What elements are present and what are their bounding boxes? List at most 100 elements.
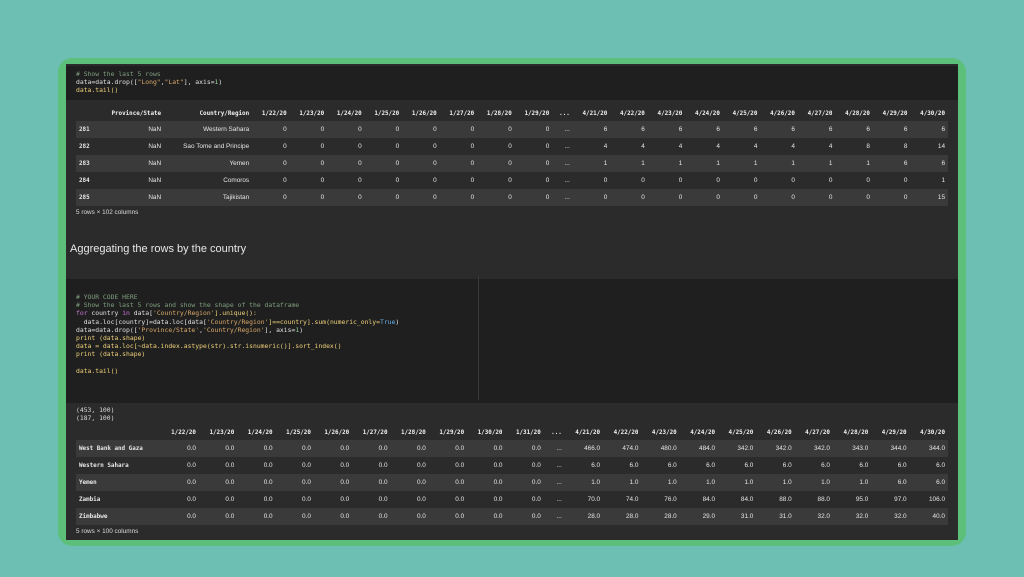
- table-cell: 0: [433, 160, 437, 167]
- table-cell: 4: [641, 143, 645, 150]
- table-cell: 0.0: [455, 462, 465, 469]
- column-header: 4/28/20: [843, 429, 869, 436]
- table-cell: 0.0: [378, 445, 388, 452]
- table-cell: 40.0: [932, 513, 945, 520]
- table-cell: 1: [941, 177, 945, 184]
- table-cell: ...: [564, 143, 570, 150]
- table-cell: 0: [320, 126, 325, 133]
- code-token: (data.shape): [95, 350, 146, 359]
- row-index: Zambia: [79, 496, 101, 503]
- table-cell: 95.0: [855, 496, 869, 503]
- column-header: [76, 106, 99, 121]
- column-header: 4/29/20: [882, 110, 908, 117]
- row-index: 284: [79, 177, 90, 184]
- table-row: Yemen 0.0 0.0 0.0 0.0 0.0 0.0 0.0 0.0 0.0 0.0... 1.…: [76, 474, 948, 491]
- code-token: ], axis=: [264, 325, 296, 334]
- table-cell: Yemen: [229, 160, 250, 167]
- table-cell: 0.0: [531, 445, 541, 452]
- code-line: # Show the last 5 rows: [76, 70, 948, 78]
- table-cell: 344.0: [929, 445, 945, 452]
- table-cell: 1.0: [744, 479, 754, 486]
- row-index: West Bank and Gaza: [79, 445, 143, 452]
- table-cell: 6.0: [744, 462, 754, 469]
- table-cell: 0.0: [225, 513, 235, 520]
- table-cell: 1.0: [591, 479, 601, 486]
- table-cell: 0: [753, 194, 758, 201]
- table-cell: 6: [641, 126, 645, 133]
- column-header: 1/22/20: [261, 110, 287, 117]
- column-header: 1/25/20: [286, 429, 311, 436]
- table-cell: ...: [556, 445, 562, 452]
- code-token: data=data.drop([: [76, 325, 138, 334]
- row-index: 282: [79, 143, 90, 150]
- table-cell: 0.0: [302, 479, 311, 486]
- table-cell: 484.0: [699, 445, 716, 452]
- table-cell: 1: [716, 160, 720, 167]
- table-cell: 0: [828, 177, 833, 184]
- code-cell-drop-columns[interactable]: # Show the last 5 rows data=data.drop(["L…: [66, 66, 958, 100]
- table-cell: 0.0: [416, 496, 426, 503]
- table-cell: 6: [791, 126, 795, 133]
- column-header: 4/22/20: [613, 429, 639, 436]
- table-cell: 6.0: [897, 479, 907, 486]
- table-cell: 1.0: [782, 479, 792, 486]
- table-cell: NaN: [148, 177, 162, 184]
- table-cell: 0: [320, 160, 325, 167]
- table-cell: 0: [470, 177, 475, 184]
- column-header: 1/23/20: [209, 429, 235, 436]
- code-token: print: [76, 350, 96, 359]
- table-cell: 0: [545, 126, 550, 133]
- table-row: 282 NaN Sao Tome and Principe 0 0 0 0 0 0 0 0... 4 4…: [76, 138, 948, 155]
- table-cell: 1: [641, 160, 645, 167]
- table-cell: 29.0: [702, 513, 716, 520]
- code-token: ): [299, 325, 304, 334]
- table-cell: 6.0: [667, 462, 677, 469]
- table-cell: 0: [545, 194, 550, 201]
- table-cell: 4: [716, 143, 720, 150]
- table-cell: NaN: [148, 194, 162, 201]
- column-header: 1/28/20: [486, 110, 512, 117]
- table-cell: 0: [283, 177, 287, 184]
- table-row: 281 NaN Western Sahara 0 0 0 0 0 0 0 0... 6 6 6 6 6 6 6 6 6…: [76, 121, 948, 138]
- table-cell: Sao Tome and Principe: [183, 143, 250, 150]
- table-cell: 344.0: [890, 445, 907, 452]
- column-header: 4/25/20: [732, 110, 758, 117]
- column-header: 4/24/20: [690, 429, 716, 436]
- output-table-1-wrapper: Province/State Country/Region 1/22/20 1/23/…: [66, 100, 958, 206]
- stdout-output: (453, 100) (187, 100): [76, 406, 115, 422]
- code-line: for country in data['Country/Region'].un…: [76, 309, 948, 317]
- code-token: (data.shape): [95, 334, 146, 343]
- table-cell: 0: [320, 177, 325, 184]
- table-cell: 0.0: [302, 513, 311, 520]
- table-cell: 0: [603, 177, 608, 184]
- table-row: Zimbabwe 0.0 0.0 0.0 0.0 0.0 0.0 0.0 0.0 0.0 0.0..…: [76, 508, 948, 525]
- table-cell: 0.0: [187, 462, 196, 469]
- table-cell: 0: [545, 177, 550, 184]
- table-cell: 0: [358, 194, 362, 201]
- code-token: # Show the last 5 rows: [76, 70, 161, 78]
- table-cell: 342.0: [813, 445, 830, 452]
- column-header: ...: [551, 429, 562, 436]
- column-header: 1/26/20: [411, 110, 437, 117]
- table-cell: 466.0: [584, 445, 601, 452]
- table-cell: 0.0: [455, 513, 465, 520]
- table-cell: 0.0: [493, 513, 503, 520]
- column-header: Province/State: [111, 110, 162, 117]
- table-cell: 6: [716, 126, 720, 133]
- table-cell: 0: [395, 194, 400, 201]
- table-cell: 0.0: [416, 479, 426, 486]
- table-cell: 0.0: [531, 462, 541, 469]
- table-cell: 1.0: [821, 479, 830, 486]
- table-cell: 0.0: [378, 513, 388, 520]
- code-cell-aggregate[interactable]: # YOUR CODE HERE # Show the last 5 rows a…: [66, 279, 958, 403]
- table-cell: 0.0: [187, 479, 196, 486]
- table-cell: 480.0: [660, 445, 677, 452]
- code-token: data = data.loc[~data.index.astype(str).…: [76, 342, 342, 351]
- table-cell: 0: [791, 177, 795, 184]
- table-cell: 6.0: [936, 462, 945, 469]
- table-cell: 342.0: [775, 445, 792, 452]
- code-line: data = data.loc[~data.index.astype(str).…: [76, 342, 948, 350]
- table-cell: 0: [358, 143, 362, 150]
- table-cell: 0.0: [225, 462, 235, 469]
- table-cell: 0: [433, 143, 437, 150]
